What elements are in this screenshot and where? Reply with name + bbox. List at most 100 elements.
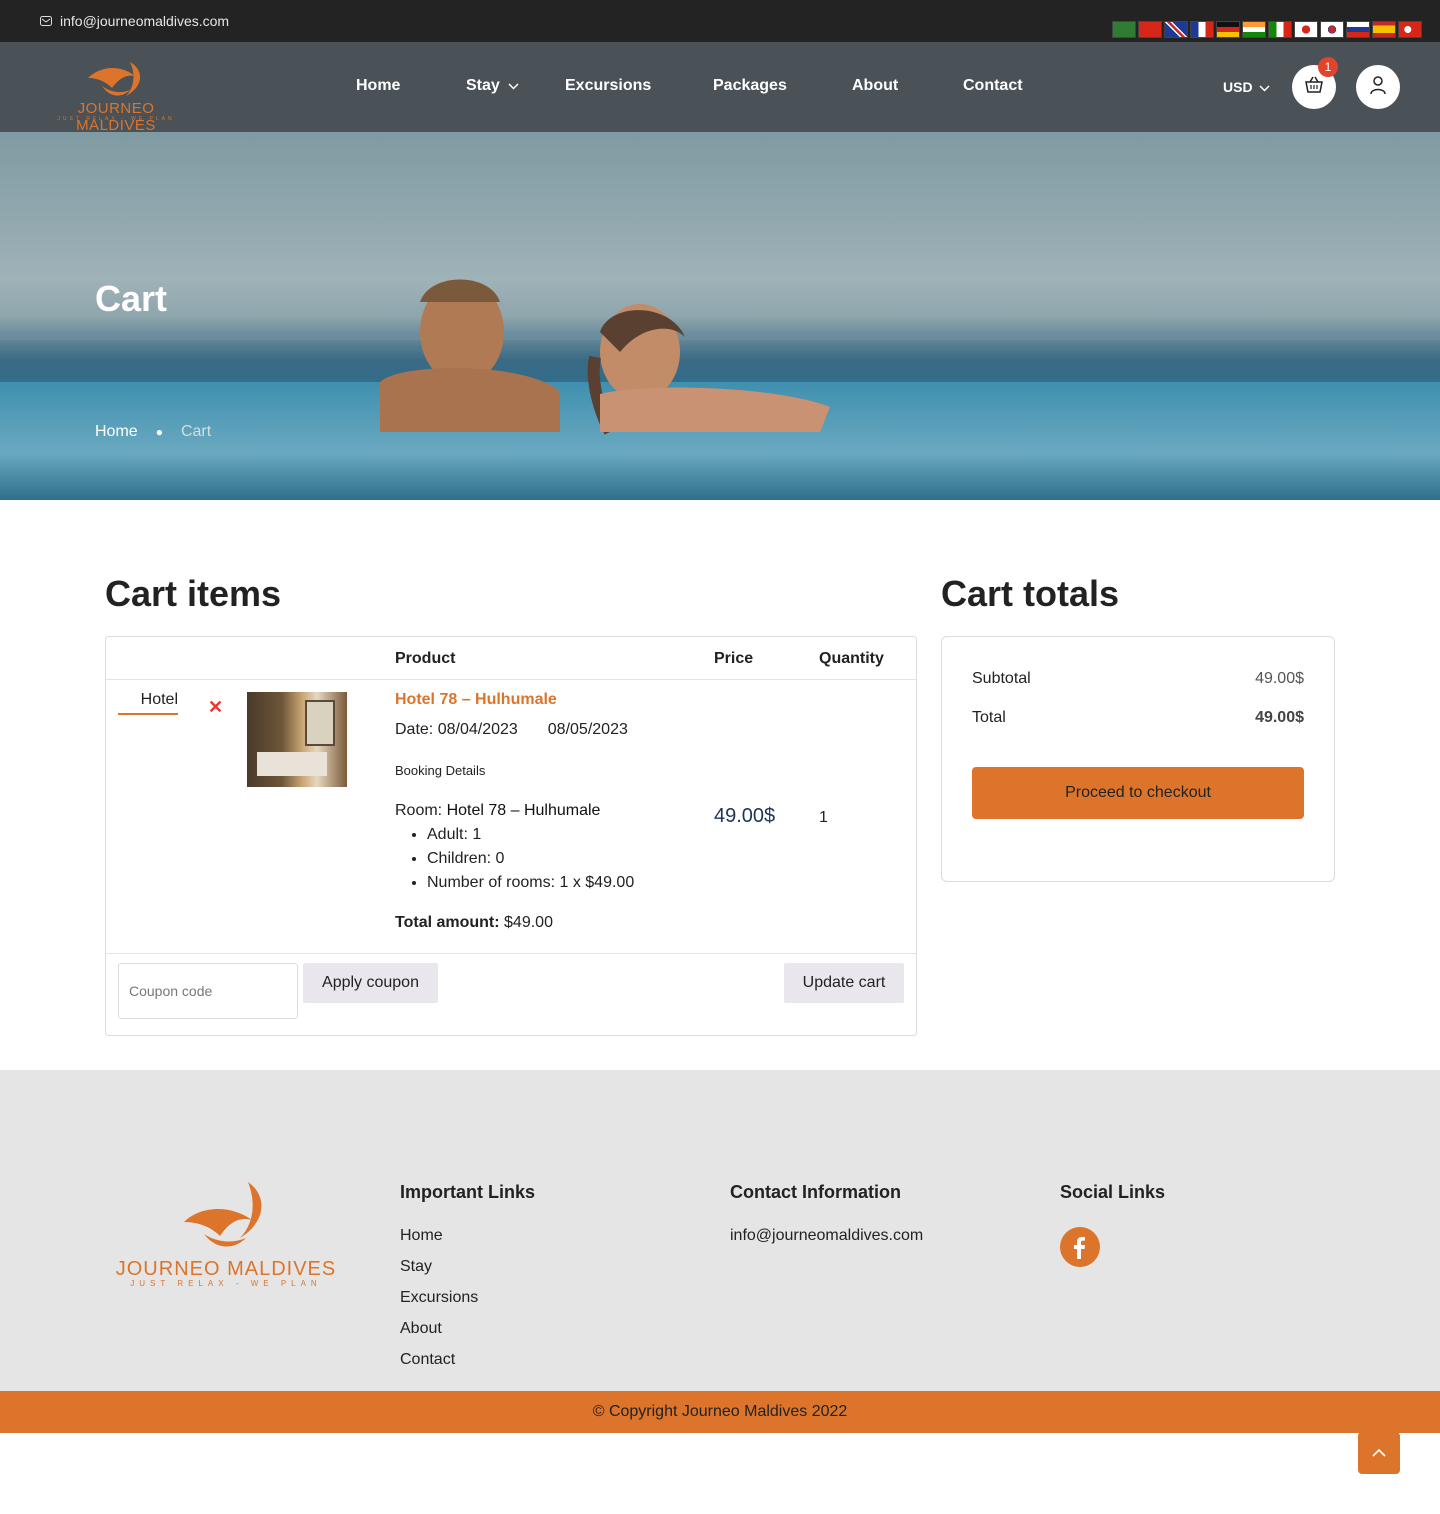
breadcrumb-separator: ● <box>155 425 163 439</box>
footer-important-links: Important Links Home Stay Excursions Abo… <box>400 1182 535 1382</box>
nav-about[interactable]: About <box>852 77 898 95</box>
facebook-icon[interactable] <box>1060 1227 1100 1267</box>
cart-button[interactable]: 1 <box>1292 57 1338 109</box>
total-row: Total 49.00$ <box>972 709 1304 727</box>
logo-tagline: JUST RELAX - WE PLAN <box>57 116 175 122</box>
apply-coupon-button[interactable]: Apply coupon <box>303 963 438 1003</box>
top-bar: info@journeomaldives.com <box>0 0 1440 42</box>
total-amount-value: $49.00 <box>504 914 553 931</box>
flag-german-icon[interactable] <box>1216 21 1240 38</box>
nav-stay[interactable]: Stay <box>466 77 519 95</box>
flag-italian-icon[interactable] <box>1268 21 1292 38</box>
nav-excursions-label: Excursions <box>565 77 652 94</box>
mail-icon <box>40 13 52 29</box>
chevron-down-icon <box>508 77 519 95</box>
subtotal-label: Subtotal <box>972 670 1031 687</box>
hero-couple-image <box>380 279 830 435</box>
breadcrumb-current: Cart <box>180 423 212 440</box>
flag-hindi-icon[interactable] <box>1242 21 1266 38</box>
cart-items-heading: Cart items <box>105 573 282 614</box>
booking-dates: Date: 08/04/2023 08/05/2023 <box>395 721 628 739</box>
item-quantity: 1 <box>819 809 828 826</box>
subtotal-value: 49.00$ <box>1255 670 1304 687</box>
nav-contact-label: Contact <box>963 77 1023 94</box>
hotel-thumbnail[interactable] <box>247 692 347 787</box>
cart-count-badge: 1 <box>1318 57 1338 77</box>
list-item: Children: 0 <box>427 850 634 874</box>
total-amount-label: Total amount: <box>395 914 500 931</box>
site-footer: JOURNEO MALDIVES JUST RELAX - WE PLAN Im… <box>0 1070 1440 1391</box>
room-name: Hotel 78 – Hulhumale <box>446 802 601 819</box>
footer-link-excursions[interactable]: Excursions <box>400 1289 535 1320</box>
chevron-down-icon <box>1259 79 1270 95</box>
proceed-to-checkout-button[interactable]: Proceed to checkout <box>972 767 1304 819</box>
flag-arabic-icon[interactable] <box>1112 21 1136 38</box>
footer-link-contact[interactable]: Contact <box>400 1351 535 1382</box>
page-title: Cart <box>95 278 168 319</box>
footer-logo[interactable]: JOURNEO MALDIVES JUST RELAX - WE PLAN <box>108 1178 344 1288</box>
flag-french-icon[interactable] <box>1190 21 1214 38</box>
footer-contact-email[interactable]: info@journeomaldives.com <box>730 1227 923 1258</box>
header-divider <box>106 679 916 680</box>
chevron-up-icon <box>1372 1444 1386 1462</box>
nav-packages[interactable]: Packages <box>713 77 787 95</box>
breadcrumb-home[interactable]: Home <box>95 423 138 441</box>
basket-icon <box>1304 76 1324 99</box>
list-item: Number of rooms: 1 x $49.00 <box>427 874 634 898</box>
flag-spanish-icon[interactable] <box>1372 21 1396 38</box>
flag-japanese-icon[interactable] <box>1294 21 1318 38</box>
flag-english-icon[interactable] <box>1164 21 1188 38</box>
room-line: Room: Hotel 78 – Hulhumale <box>395 802 600 820</box>
flag-korean-icon[interactable] <box>1320 21 1344 38</box>
flag-chinese-icon[interactable] <box>1138 21 1162 38</box>
item-type-tab[interactable]: Hotel <box>118 691 178 715</box>
footer-link-home[interactable]: Home <box>400 1227 535 1258</box>
main-header: JOURNEO MALDIVES JUST RELAX - WE PLAN Ho… <box>0 42 1440 134</box>
topbar-email[interactable]: info@journeomaldives.com <box>40 13 229 29</box>
nav-stay-label: Stay <box>466 77 500 94</box>
cart-table: Product Price Quantity Hotel ✕ Hotel 78 … <box>105 636 917 1036</box>
date-from-value: 08/04/2023 <box>437 721 518 738</box>
column-header-product: Product <box>395 650 456 667</box>
item-price: 49.00$ <box>714 805 776 827</box>
thumbnail-bed <box>257 752 327 776</box>
nav-home-label: Home <box>356 77 401 94</box>
footer-logo-tagline: JUST RELAX - WE PLAN <box>130 1279 322 1288</box>
footer-logo-text: JOURNEO MALDIVES <box>115 1258 337 1280</box>
update-cart-button[interactable]: Update cart <box>784 963 904 1003</box>
nav-packages-label: Packages <box>713 77 787 94</box>
total-label: Total <box>972 709 1006 726</box>
footer-social: Social Links <box>1060 1182 1165 1267</box>
subtotal-row: Subtotal 49.00$ <box>972 670 1304 688</box>
booking-details-label: Booking Details <box>395 763 486 778</box>
date-from: Date: 08/04/2023 <box>395 721 518 739</box>
back-to-top-button[interactable] <box>1358 1432 1400 1474</box>
currency-label: USD <box>1223 79 1253 95</box>
column-header-price: Price <box>714 650 754 667</box>
nav-home[interactable]: Home <box>356 77 400 95</box>
total-amount-line: Total amount: $49.00 <box>395 914 553 932</box>
nav-about-label: About <box>852 77 899 94</box>
contact-title: Contact Information <box>730 1182 901 1202</box>
flag-turkish-icon[interactable] <box>1398 21 1422 38</box>
thumbnail-window <box>305 700 335 746</box>
page-hero: Cart Home ● Cart <box>0 132 1440 500</box>
site-logo[interactable]: JOURNEO MALDIVES JUST RELAX - WE PLAN <box>40 52 192 134</box>
coupon-input[interactable]: Coupon code <box>118 963 298 1019</box>
room-details-list: Adult: 1 Children: 0 Number of rooms: 1 … <box>427 826 634 898</box>
account-button[interactable] <box>1356 65 1400 109</box>
date-to: 08/05/2023 <box>547 721 628 738</box>
remove-item-icon[interactable]: ✕ <box>208 697 223 718</box>
topbar-email-text: info@journeomaldives.com <box>60 13 230 29</box>
nav-contact[interactable]: Contact <box>963 77 1023 95</box>
social-title: Social Links <box>1060 1182 1166 1202</box>
currency-selector[interactable]: USD <box>1223 79 1270 95</box>
cart-totals-heading: Cart totals <box>941 573 1120 614</box>
flag-russian-icon[interactable] <box>1346 21 1370 38</box>
product-name-link[interactable]: Hotel 78 – Hulhumale <box>395 691 557 709</box>
footer-link-stay[interactable]: Stay <box>400 1258 535 1289</box>
footer-contact: Contact Information info@journeomaldives… <box>730 1182 923 1258</box>
copyright-bar: © Copyright Journeo Maldives 2022 <box>0 1391 1440 1433</box>
footer-link-about[interactable]: About <box>400 1320 535 1351</box>
nav-excursions[interactable]: Excursions <box>565 77 651 95</box>
